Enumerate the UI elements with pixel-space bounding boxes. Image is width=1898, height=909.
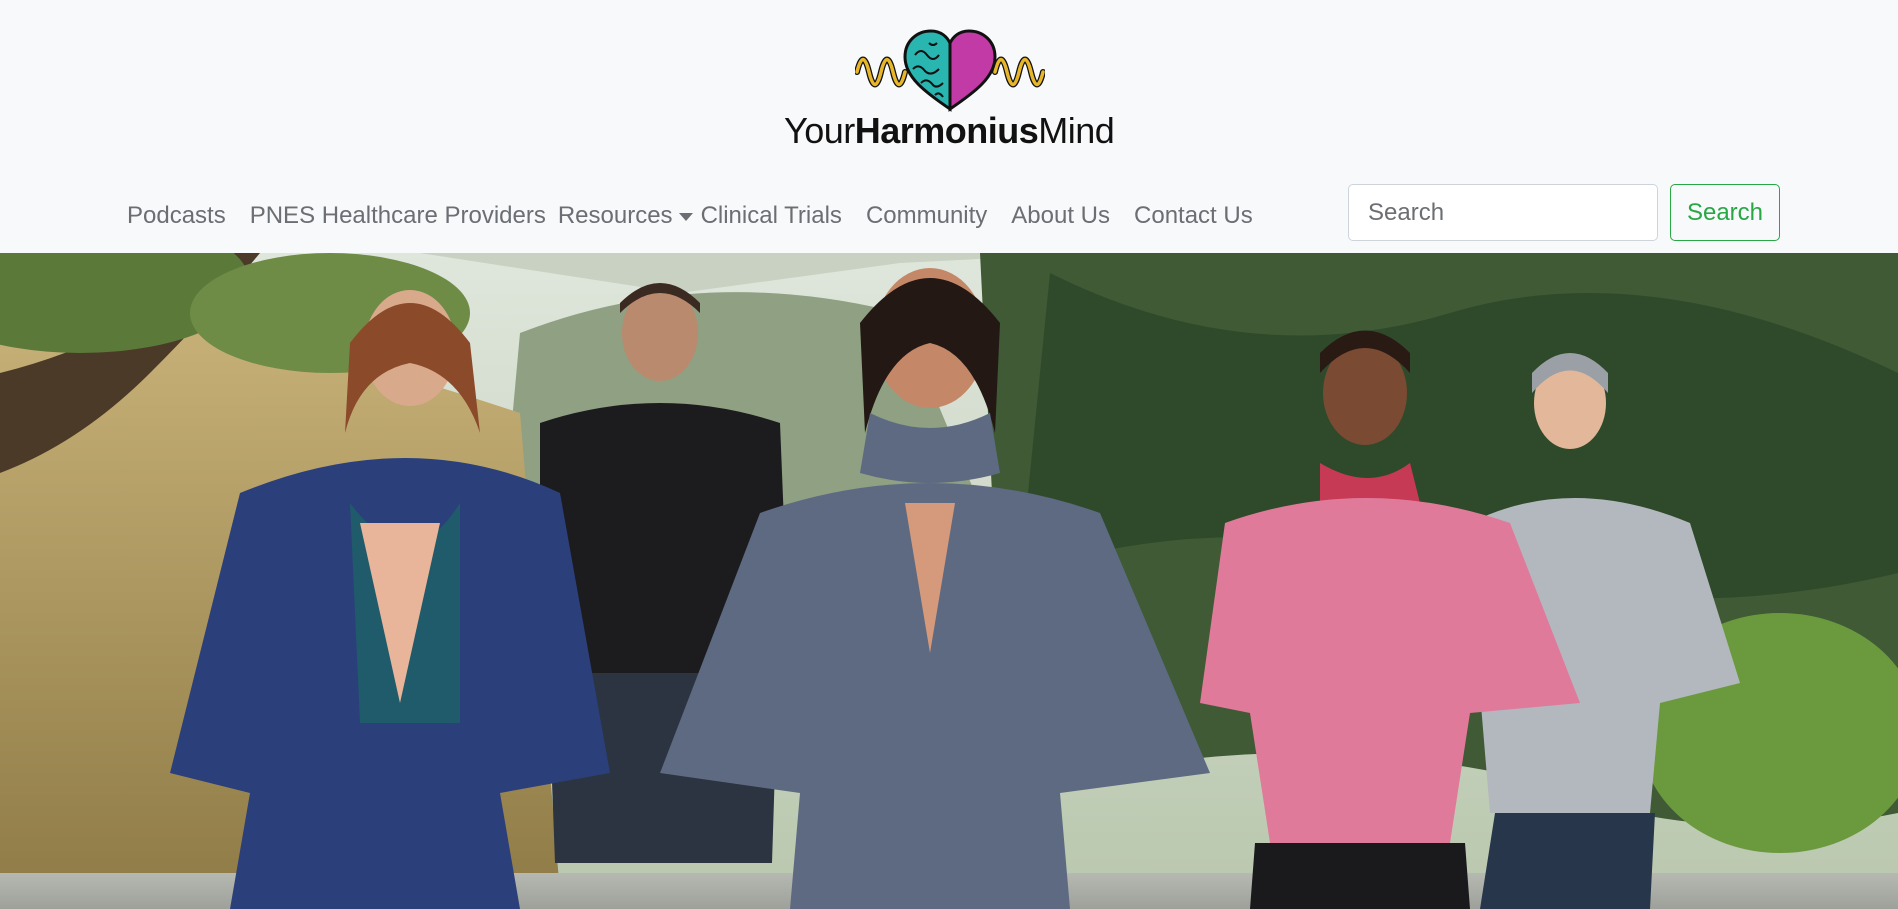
search-button[interactable]: Search [1670, 184, 1780, 241]
hero-banner [0, 253, 1898, 909]
nav-item-community[interactable]: Community [866, 202, 987, 230]
logo-word-harmonius: Harmonius [854, 110, 1039, 151]
search-input[interactable] [1348, 184, 1658, 241]
caret-down-icon [678, 213, 693, 221]
nav-item-resources-label: Resources [557, 202, 673, 229]
logo-word-mind: Mind [1038, 110, 1115, 151]
main-nav: Podcasts PNES Healthcare Providers Resou… [127, 196, 1253, 236]
logo-wordmark: YourHarmoniusMind [784, 110, 1115, 152]
site-logo[interactable]: YourHarmoniusMind [780, 22, 1120, 152]
logo-word-your: Your [784, 110, 855, 151]
nav-item-podcasts[interactable]: Podcasts [127, 202, 226, 230]
site-header: YourHarmoniusMind Podcasts PNES Healthca… [0, 0, 1898, 253]
nav-item-pnes-healthcare-providers[interactable]: PNES Healthcare Providers [250, 202, 546, 230]
brain-heart-logo-icon [855, 29, 1045, 112]
nav-item-clinical-trials[interactable]: Clinical Trials [701, 202, 842, 230]
nav-item-about-us[interactable]: About Us [1011, 202, 1110, 230]
nav-item-resources-dropdown[interactable]: Resources [558, 202, 693, 230]
hero-meditation-photo [0, 253, 1898, 909]
nav-item-contact-us[interactable]: Contact Us [1134, 202, 1253, 230]
